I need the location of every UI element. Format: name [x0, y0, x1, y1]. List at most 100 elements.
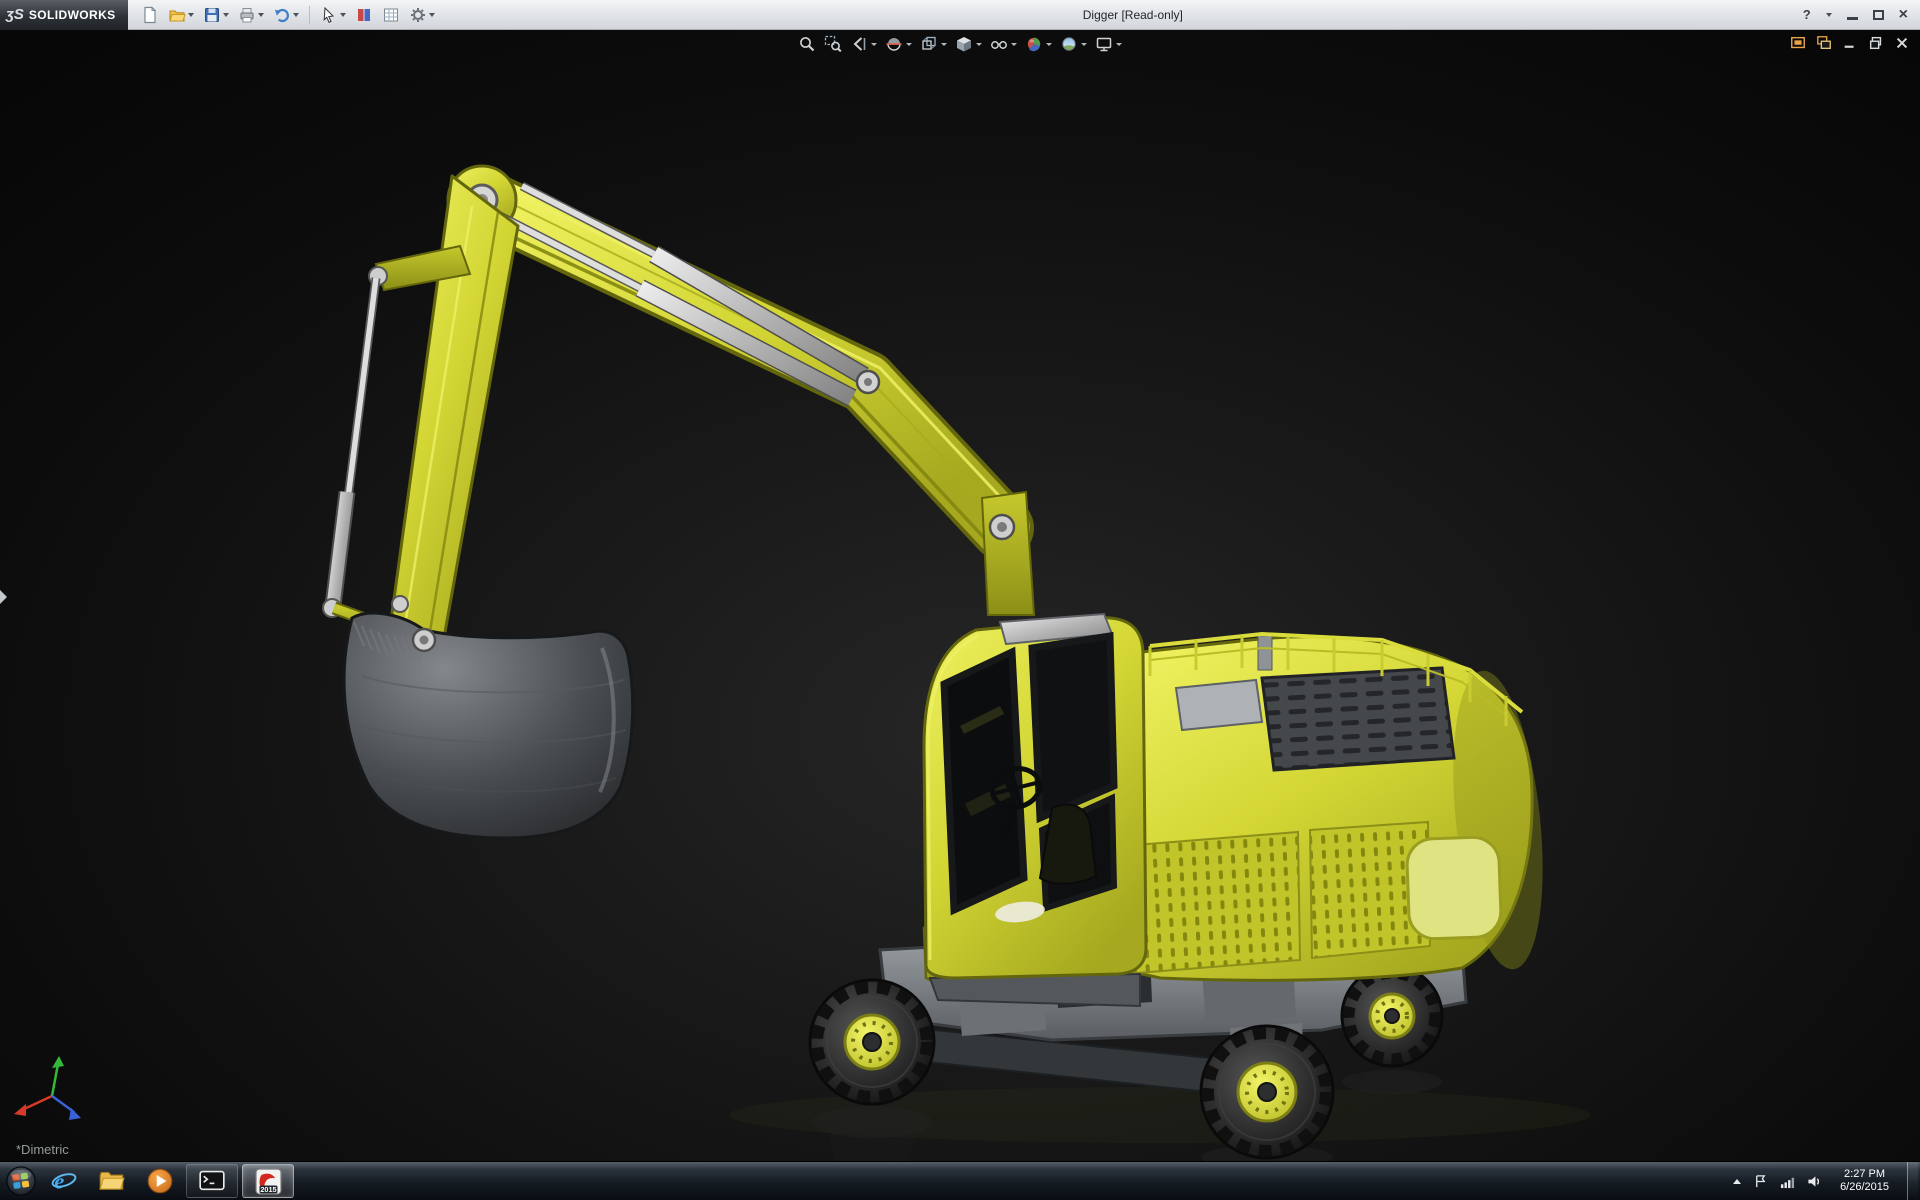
zoom-to-fit-button[interactable] — [798, 35, 816, 53]
help-button[interactable]: ? — [1803, 7, 1811, 22]
view-orientation-icon — [920, 35, 938, 53]
help-caret[interactable] — [1826, 13, 1832, 17]
display-style-button[interactable] — [955, 35, 982, 53]
new-document-icon — [141, 6, 159, 24]
taskbar-solidworks-2015[interactable]: 2015 — [242, 1164, 294, 1198]
command-window-icon — [199, 1170, 225, 1192]
minimize-document-icon[interactable] — [1842, 35, 1858, 51]
section-view-button[interactable] — [885, 35, 912, 53]
apply-scene-icon — [1060, 35, 1078, 53]
dropdown-caret[interactable] — [188, 13, 194, 17]
taskbar-file-explorer[interactable] — [90, 1163, 134, 1199]
view-settings-button[interactable] — [1095, 35, 1122, 53]
select-button[interactable] — [317, 4, 349, 26]
open-document-button[interactable] — [165, 4, 197, 26]
bucket[interactable] — [344, 596, 633, 838]
dropdown-caret[interactable] — [906, 43, 912, 46]
quick-access-toolbar — [138, 4, 438, 26]
dassault-logo-icon: ʒS — [6, 6, 24, 23]
dropdown-caret[interactable] — [871, 43, 877, 46]
svg-text:2015: 2015 — [260, 1184, 276, 1193]
model-viewport-canvas[interactable] — [0, 30, 1920, 1161]
save-button[interactable] — [200, 4, 232, 26]
operator-cab[interactable] — [924, 614, 1146, 978]
start-button[interactable] — [4, 1164, 38, 1198]
view-settings-icon — [1095, 35, 1113, 53]
hide-show-items-button[interactable] — [990, 35, 1017, 53]
toolbar-separator — [309, 6, 310, 24]
full-screen-icon[interactable] — [1790, 35, 1806, 51]
edit-appearance-button[interactable] — [1025, 35, 1052, 53]
network-icon[interactable] — [1780, 1174, 1795, 1189]
open-folder-icon — [168, 6, 186, 24]
restore-document-icon[interactable] — [1868, 35, 1884, 51]
zoom-to-area-button[interactable] — [824, 35, 842, 53]
view-orientation-button[interactable] — [920, 35, 947, 53]
action-center-flag-icon[interactable] — [1753, 1174, 1768, 1189]
cab-side-window — [1032, 636, 1114, 818]
close-document-icon[interactable] — [1894, 35, 1910, 51]
svg-text:e: e — [54, 1169, 64, 1194]
options-button[interactable] — [406, 4, 438, 26]
minimize-button[interactable] — [1847, 17, 1858, 20]
excavator-model[interactable] — [323, 166, 1555, 1158]
front-right-wheel[interactable] — [1201, 1026, 1333, 1158]
front-left-wheel[interactable] — [810, 980, 934, 1104]
taskbar-clock[interactable]: 2:27 PM 6/26/2015 — [1834, 1168, 1895, 1194]
dropdown-caret[interactable] — [1081, 43, 1087, 46]
dropdown-caret[interactable] — [293, 13, 299, 17]
dropdown-caret[interactable] — [1011, 43, 1017, 46]
print-icon — [238, 6, 256, 24]
upper-body[interactable] — [1122, 634, 1555, 980]
windows-taskbar: e 2015 — [0, 1161, 1920, 1200]
options-gear-icon — [409, 6, 427, 24]
apply-scene-button[interactable] — [1060, 35, 1087, 53]
new-document-button[interactable] — [138, 4, 162, 26]
dropdown-caret[interactable] — [1046, 43, 1052, 46]
display-settings-button[interactable] — [352, 4, 376, 26]
display-style-icon — [955, 35, 973, 53]
dropdown-caret[interactable] — [1116, 43, 1122, 46]
hidden-icons-caret[interactable] — [1733, 1179, 1741, 1184]
exhaust-pipe — [1258, 636, 1272, 670]
tail-panel-window — [1406, 836, 1501, 939]
print-button[interactable] — [235, 4, 267, 26]
window-controls: ? × — [1803, 7, 1920, 22]
document-window-controls — [1790, 35, 1910, 51]
brand-name: SOLIDWORKS — [29, 8, 116, 22]
headsup-view-toolbar — [798, 35, 1122, 53]
maximize-button[interactable] — [1873, 10, 1884, 20]
system-tray: 2:27 PM 6/26/2015 — [1733, 1162, 1920, 1200]
previous-view-button[interactable] — [850, 35, 877, 53]
undo-icon — [273, 6, 291, 24]
taskbar-internet-explorer[interactable]: e — [42, 1163, 86, 1199]
app-titlebar: ʒS SOLIDWORKS — [0, 0, 1920, 30]
taskbar-media-player[interactable] — [138, 1163, 182, 1199]
design-table-icon — [382, 6, 400, 24]
select-cursor-icon — [320, 6, 338, 24]
featuremanager-flyout-arrow[interactable] — [0, 590, 7, 604]
solidworks-logo: ʒS SOLIDWORKS — [0, 0, 128, 30]
dropdown-caret[interactable] — [258, 13, 264, 17]
dropdown-caret[interactable] — [223, 13, 229, 17]
engine-hatch-grille — [1262, 668, 1454, 770]
undo-button[interactable] — [270, 4, 302, 26]
graphics-viewport[interactable]: *Dimetric — [0, 30, 1920, 1161]
volume-icon[interactable] — [1807, 1174, 1822, 1189]
clock-date: 6/26/2015 — [1840, 1181, 1889, 1194]
close-button[interactable]: × — [1899, 8, 1908, 22]
taskbar-command-window[interactable] — [186, 1164, 238, 1198]
side-vent-panel — [1122, 832, 1300, 974]
internet-explorer-icon: e — [50, 1167, 78, 1195]
windshield — [944, 652, 1024, 910]
dropdown-caret[interactable] — [340, 13, 346, 17]
dropdown-caret[interactable] — [976, 43, 982, 46]
new-viewport-icon[interactable] — [1816, 35, 1832, 51]
design-table-button[interactable] — [379, 4, 403, 26]
dropdown-caret[interactable] — [429, 13, 435, 17]
zoom-to-fit-icon — [798, 35, 816, 53]
rear-right-wheel[interactable] — [1342, 966, 1442, 1066]
show-desktop-button[interactable] — [1907, 1162, 1918, 1200]
dropdown-caret[interactable] — [941, 43, 947, 46]
window-title: Digger [Read-only] — [1083, 8, 1183, 22]
